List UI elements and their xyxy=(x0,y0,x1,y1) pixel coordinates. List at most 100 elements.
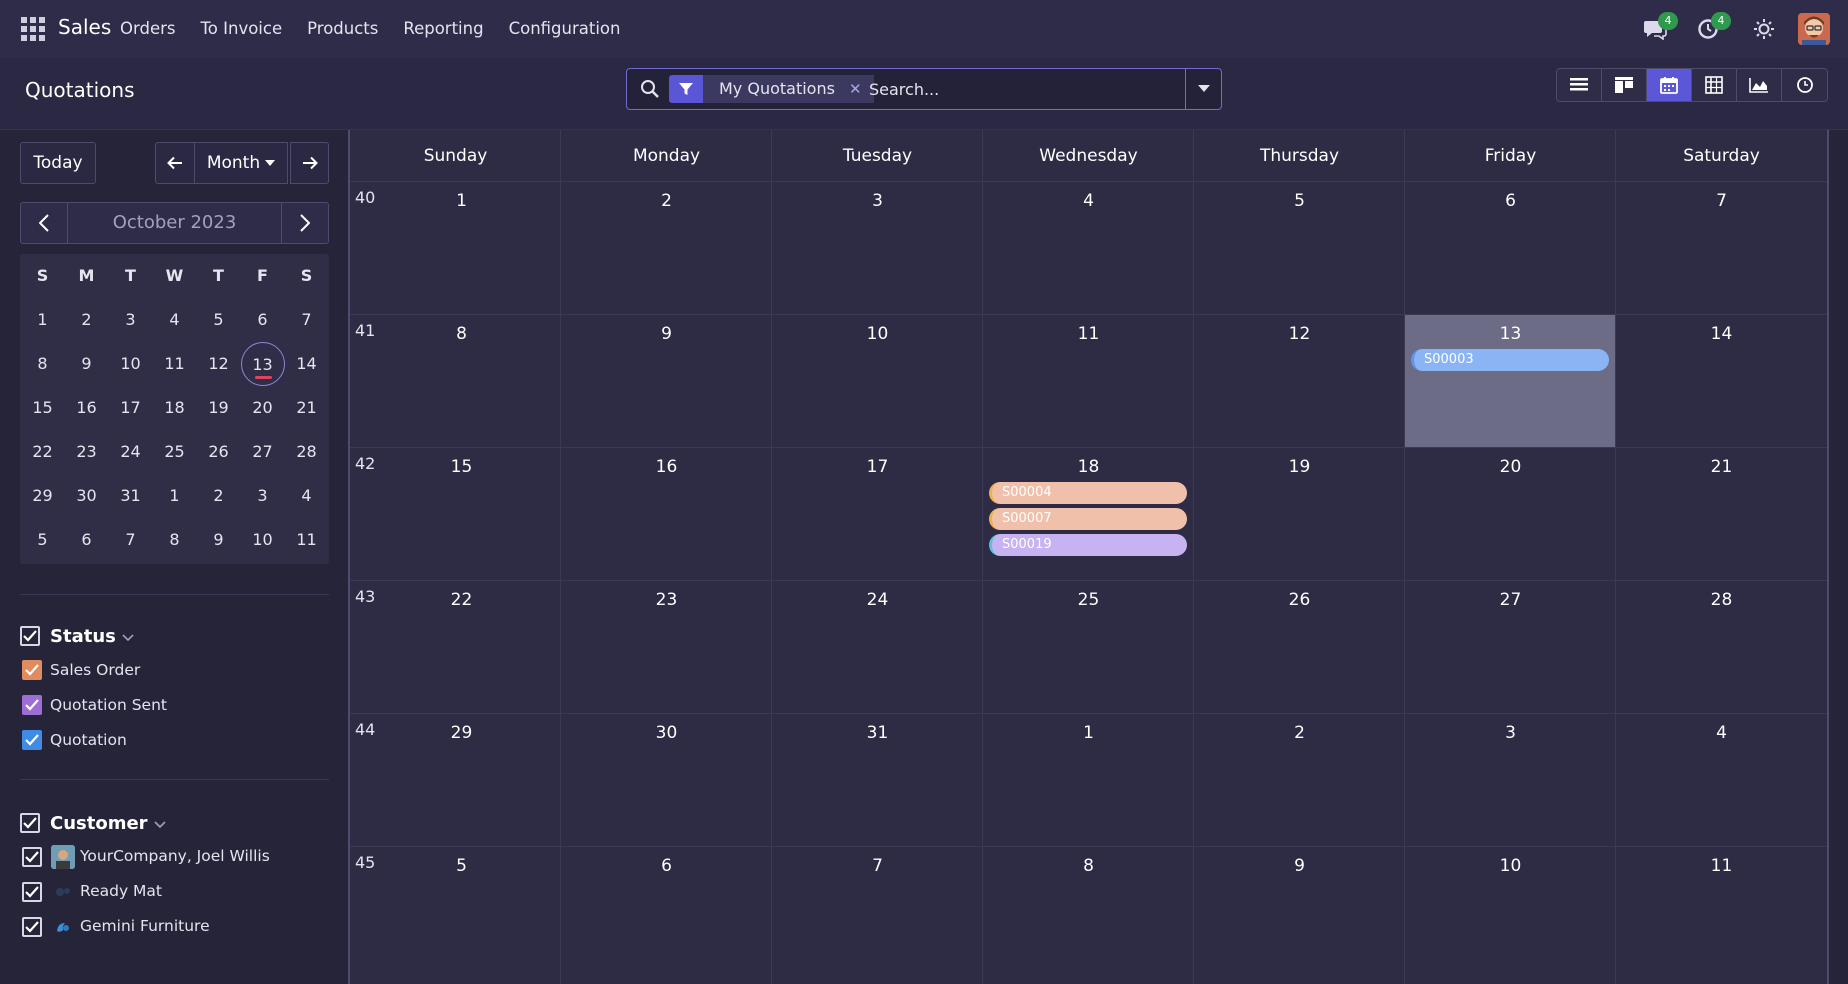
mini-day[interactable]: 14 xyxy=(285,342,329,386)
today-button[interactable]: Today xyxy=(20,142,96,184)
day-number[interactable]: 2 xyxy=(1194,723,1405,743)
mini-day[interactable]: 3 xyxy=(109,298,153,342)
day-number[interactable]: 2 xyxy=(561,191,772,211)
user-avatar[interactable] xyxy=(1798,13,1830,45)
theme-sun-icon[interactable] xyxy=(1752,18,1776,42)
day-number[interactable]: 29 xyxy=(362,723,561,743)
mini-day[interactable]: 23 xyxy=(65,430,109,474)
day-number[interactable]: 28 xyxy=(1616,590,1827,610)
mini-day[interactable]: 24 xyxy=(109,430,153,474)
mini-day[interactable]: 6 xyxy=(241,298,285,342)
list-view-button[interactable] xyxy=(1557,69,1602,101)
day-number[interactable]: 3 xyxy=(772,191,983,211)
day-number[interactable]: 24 xyxy=(772,590,983,610)
status-filter-title[interactable]: Status xyxy=(50,626,134,647)
calendar-event[interactable]: S00019 xyxy=(989,534,1187,556)
customer-checkbox[interactable] xyxy=(22,917,42,937)
mini-day[interactable]: 2 xyxy=(197,474,241,518)
day-number[interactable]: 5 xyxy=(1194,191,1405,211)
menu-reporting[interactable]: Reporting xyxy=(403,19,483,38)
day-number[interactable]: 9 xyxy=(561,324,772,344)
calendar-view-button[interactable] xyxy=(1647,69,1692,101)
customer-checkbox[interactable] xyxy=(22,882,42,902)
day-number[interactable]: 10 xyxy=(1405,856,1616,876)
day-number[interactable]: 14 xyxy=(1616,324,1827,344)
day-number[interactable]: 23 xyxy=(561,590,772,610)
scale-dropdown[interactable]: Month xyxy=(195,142,288,184)
mini-day[interactable]: 18 xyxy=(153,386,197,430)
day-number[interactable]: 1 xyxy=(362,191,561,211)
mini-day[interactable]: 9 xyxy=(197,518,241,562)
menu-products[interactable]: Products xyxy=(307,19,378,38)
mini-day[interactable]: 22 xyxy=(21,430,65,474)
day-number[interactable]: 11 xyxy=(983,324,1194,344)
day-number[interactable]: 4 xyxy=(1616,723,1827,743)
mini-day[interactable]: 5 xyxy=(21,518,65,562)
status-checkbox[interactable] xyxy=(22,660,42,680)
day-number[interactable]: 18 xyxy=(983,457,1194,477)
search-options-toggle[interactable] xyxy=(1185,69,1221,109)
day-number[interactable]: 17 xyxy=(772,457,983,477)
mini-day[interactable]: 2 xyxy=(65,298,109,342)
day-number[interactable]: 30 xyxy=(561,723,772,743)
day-number[interactable]: 21 xyxy=(1616,457,1827,477)
search-icon[interactable] xyxy=(639,78,661,100)
day-number[interactable]: 26 xyxy=(1194,590,1405,610)
mini-day[interactable]: 11 xyxy=(153,342,197,386)
customer-filter-title[interactable]: Customer xyxy=(50,813,166,834)
mini-day[interactable]: 28 xyxy=(285,430,329,474)
mini-day[interactable]: 8 xyxy=(21,342,65,386)
search-input[interactable] xyxy=(869,78,1169,100)
mini-day[interactable]: 17 xyxy=(109,386,153,430)
day-number[interactable]: 20 xyxy=(1405,457,1616,477)
next-period-button[interactable] xyxy=(290,142,329,184)
customer-filter-all-checkbox[interactable] xyxy=(20,813,40,833)
day-number[interactable]: 16 xyxy=(561,457,772,477)
mini-day[interactable]: 25 xyxy=(153,430,197,474)
day-number[interactable]: 7 xyxy=(1616,191,1827,211)
mini-day[interactable]: 11 xyxy=(285,518,329,562)
day-number[interactable]: 13 xyxy=(1405,324,1616,344)
mini-day[interactable]: 30 xyxy=(65,474,109,518)
mini-next-month-button[interactable] xyxy=(282,203,328,243)
mini-day[interactable]: 10 xyxy=(241,518,285,562)
mini-day[interactable]: 12 xyxy=(197,342,241,386)
day-number[interactable]: 19 xyxy=(1194,457,1405,477)
menu-to-invoice[interactable]: To Invoice xyxy=(201,19,283,38)
day-number[interactable]: 8 xyxy=(362,324,561,344)
activity-view-button[interactable] xyxy=(1782,69,1827,101)
mini-day[interactable]: 21 xyxy=(285,386,329,430)
mini-day[interactable]: 27 xyxy=(241,430,285,474)
day-number[interactable]: 4 xyxy=(983,191,1194,211)
mini-day[interactable]: 16 xyxy=(65,386,109,430)
graph-view-button[interactable] xyxy=(1737,69,1782,101)
menu-configuration[interactable]: Configuration xyxy=(509,19,621,38)
menu-orders[interactable]: Orders xyxy=(120,19,176,38)
day-number[interactable]: 8 xyxy=(983,856,1194,876)
kanban-view-button[interactable] xyxy=(1602,69,1647,101)
day-number[interactable]: 6 xyxy=(561,856,772,876)
status-checkbox[interactable] xyxy=(22,730,42,750)
calendar-event[interactable]: S00007 xyxy=(989,508,1187,530)
mini-day[interactable]: 4 xyxy=(285,474,329,518)
day-number[interactable]: 9 xyxy=(1194,856,1405,876)
mini-day[interactable]: 26 xyxy=(197,430,241,474)
calendar-event[interactable]: S00004 xyxy=(989,482,1187,504)
customer-checkbox[interactable] xyxy=(22,847,42,867)
day-number[interactable]: 7 xyxy=(772,856,983,876)
mini-day[interactable]: 4 xyxy=(153,298,197,342)
day-number[interactable]: 27 xyxy=(1405,590,1616,610)
status-checkbox[interactable] xyxy=(22,695,42,715)
mini-day[interactable]: 9 xyxy=(65,342,109,386)
mini-day[interactable]: 8 xyxy=(153,518,197,562)
day-number[interactable]: 31 xyxy=(772,723,983,743)
mini-day[interactable]: 10 xyxy=(109,342,153,386)
status-filter-all-checkbox[interactable] xyxy=(20,626,40,646)
day-number[interactable]: 25 xyxy=(983,590,1194,610)
day-number[interactable]: 11 xyxy=(1616,856,1827,876)
day-number[interactable]: 10 xyxy=(772,324,983,344)
app-brand[interactable]: Sales xyxy=(58,15,111,39)
mini-day[interactable]: 6 xyxy=(65,518,109,562)
calendar-event[interactable]: S00003 xyxy=(1411,349,1609,371)
mini-day-today[interactable]: 13 xyxy=(240,342,285,386)
